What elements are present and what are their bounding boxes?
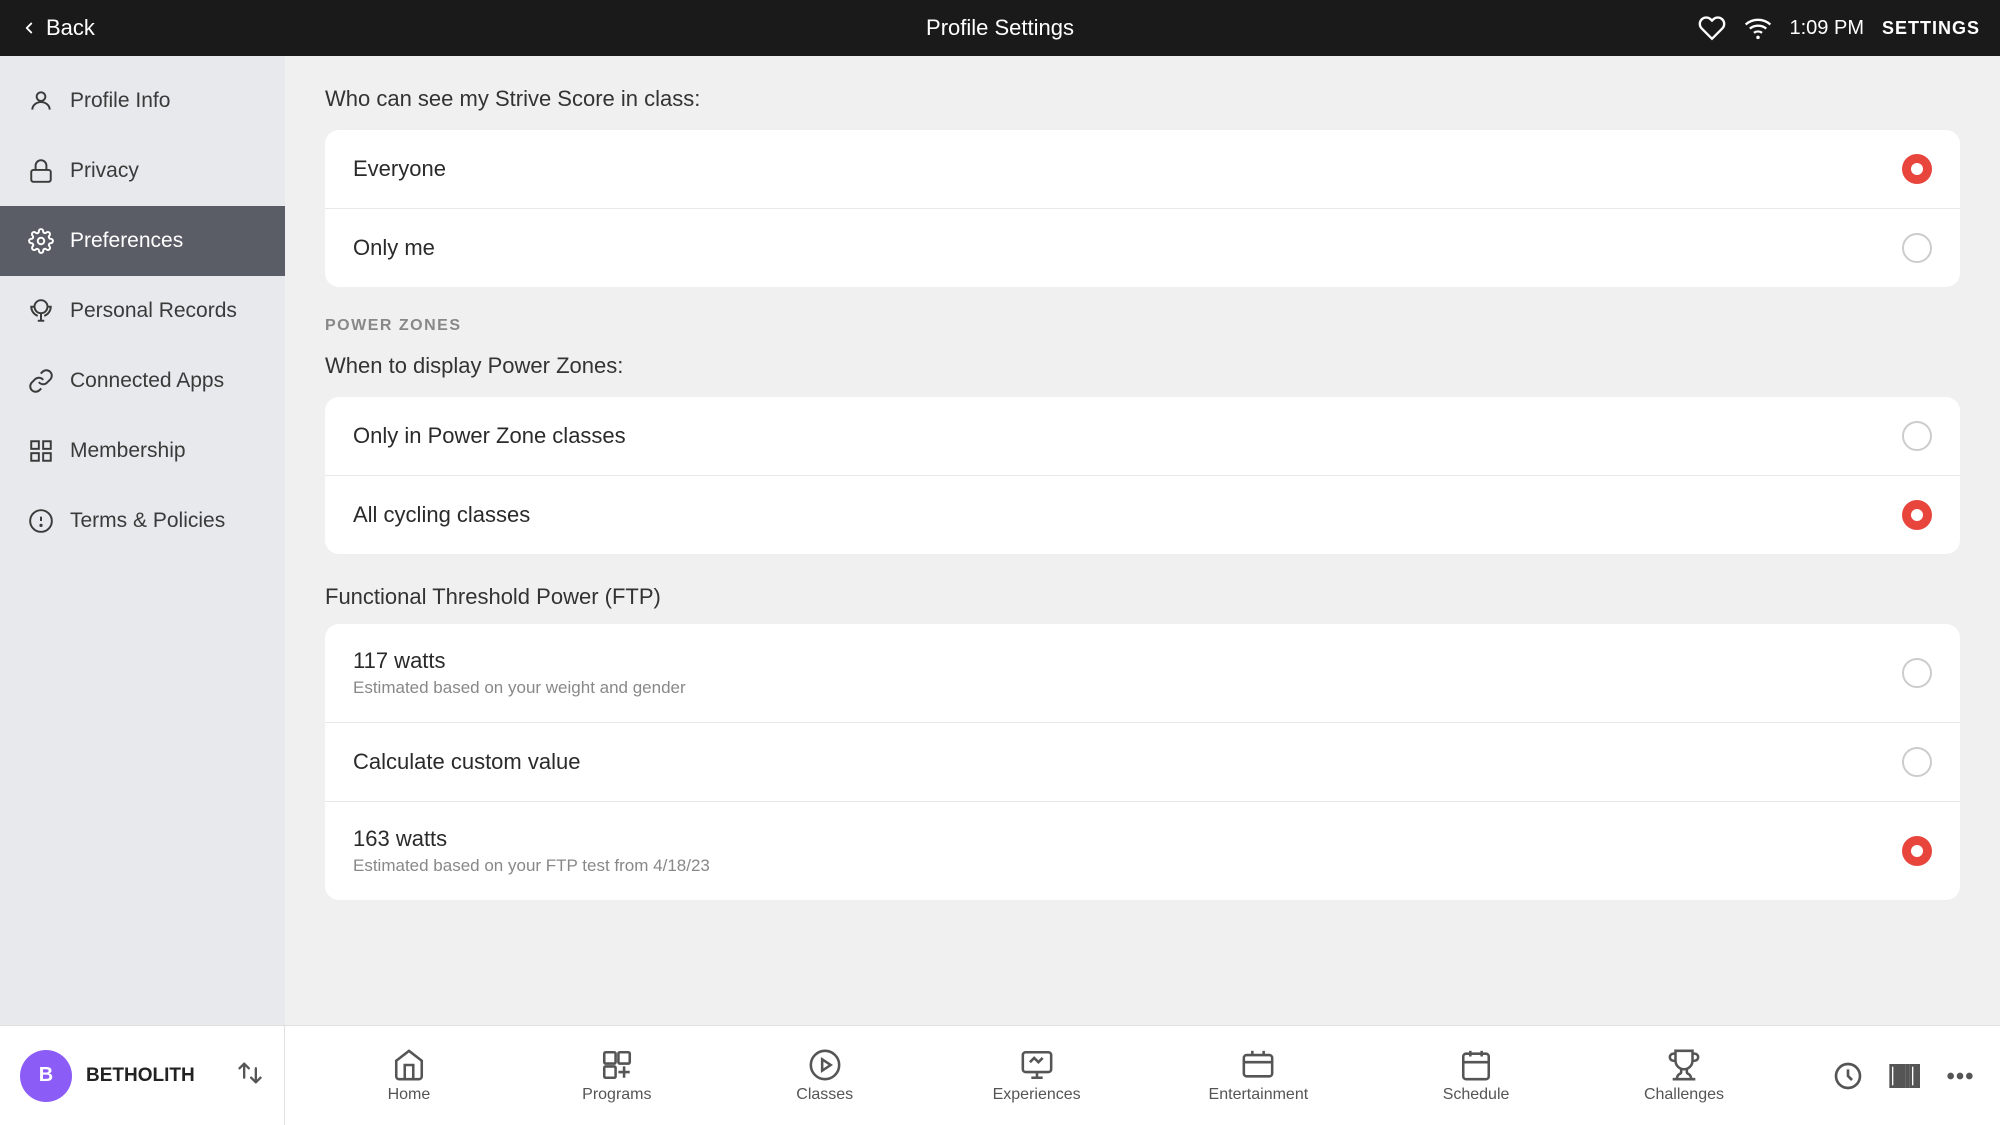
gear-icon	[28, 228, 54, 254]
ftp-163-sub: Estimated based on your FTP test from 4/…	[353, 856, 710, 876]
sidebar-item-label-profile-info: Profile Info	[70, 89, 170, 113]
classes-icon	[808, 1048, 842, 1082]
nav-label-experiences: Experiences	[993, 1086, 1081, 1104]
home-icon	[392, 1048, 426, 1082]
sidebar-item-personal-records[interactable]: Personal Records	[0, 276, 285, 346]
sidebar-item-label-terms-policies: Terms & Policies	[70, 509, 225, 533]
nav-label-entertainment: Entertainment	[1209, 1086, 1309, 1104]
sidebar-item-membership[interactable]: Membership	[0, 416, 285, 486]
display-all-cycling[interactable]: All cycling classes	[325, 476, 1960, 554]
ftp-custom-content: Calculate custom value	[353, 749, 580, 775]
ftp-custom-label: Calculate custom value	[353, 749, 580, 775]
ftp-radio-117[interactable]	[1902, 658, 1932, 688]
ftp-option-117[interactable]: 117 watts Estimated based on your weight…	[325, 624, 1960, 723]
display-radio-power-zone-only[interactable]	[1902, 421, 1932, 451]
strive-radio-everyone[interactable]	[1902, 154, 1932, 184]
main-layout: Profile Info Privacy Preferences	[0, 56, 2000, 1025]
challenges-icon	[1667, 1048, 1701, 1082]
strive-option-only-me-label: Only me	[353, 235, 435, 261]
nav-item-home[interactable]: Home	[369, 1048, 449, 1104]
avatar: B	[20, 1050, 72, 1102]
ftp-radio-group: 117 watts Estimated based on your weight…	[325, 624, 1960, 900]
ftp-title: Functional Threshold Power (FTP)	[325, 584, 1960, 610]
nav-item-challenges[interactable]: Challenges	[1644, 1048, 1724, 1104]
strive-option-only-me[interactable]: Only me	[325, 209, 1960, 287]
entertainment-icon	[1241, 1048, 1275, 1082]
sidebar-item-label-preferences: Preferences	[70, 229, 183, 253]
ftp-radio-custom[interactable]	[1902, 747, 1932, 777]
nav-label-challenges: Challenges	[1644, 1086, 1724, 1104]
ftp-option-custom[interactable]: Calculate custom value	[325, 723, 1960, 802]
ftp-117-label: 117 watts	[353, 648, 686, 674]
sidebar-item-label-membership: Membership	[70, 439, 186, 463]
timer-icon[interactable]	[1832, 1060, 1864, 1092]
bottom-nav-user: B BETHOLITH	[0, 1026, 285, 1125]
display-power-zone-only[interactable]: Only in Power Zone classes	[325, 397, 1960, 476]
back-button[interactable]: Back	[20, 15, 95, 41]
nav-item-classes[interactable]: Classes	[785, 1048, 865, 1104]
bottom-nav: B BETHOLITH Home Programs	[0, 1025, 2000, 1125]
topbar: Back Profile Settings 1:09 PM SETTINGS	[0, 0, 2000, 56]
power-zones-display-radio-group: Only in Power Zone classes All cycling c…	[325, 397, 1960, 554]
nav-item-entertainment[interactable]: Entertainment	[1209, 1048, 1309, 1104]
power-zones-when-title: When to display Power Zones:	[325, 353, 1960, 379]
swap-icon	[236, 1059, 264, 1087]
more-icon[interactable]	[1944, 1060, 1976, 1092]
person-icon	[28, 88, 54, 114]
ftp-163-label: 163 watts	[353, 826, 710, 852]
sidebar-item-connected-apps[interactable]: Connected Apps	[0, 346, 285, 416]
strive-option-everyone-label: Everyone	[353, 156, 446, 182]
ftp-option-163[interactable]: 163 watts Estimated based on your FTP te…	[325, 802, 1960, 900]
nav-item-experiences[interactable]: Experiences	[993, 1048, 1081, 1104]
sidebar-item-label-connected-apps: Connected Apps	[70, 369, 224, 393]
lock-icon	[28, 158, 54, 184]
nav-label-home: Home	[388, 1086, 431, 1104]
barcode-icon[interactable]	[1888, 1060, 1920, 1092]
nav-item-schedule[interactable]: Schedule	[1436, 1048, 1516, 1104]
power-zones-section-label: POWER ZONES	[325, 317, 1960, 335]
wifi-icon	[1744, 14, 1772, 42]
content-area: Who can see my Strive Score in class: Ev…	[285, 56, 2000, 1025]
back-label: Back	[46, 15, 95, 41]
schedule-icon	[1459, 1048, 1493, 1082]
programs-icon	[600, 1048, 634, 1082]
sidebar: Profile Info Privacy Preferences	[0, 56, 285, 1025]
nav-label-programs: Programs	[582, 1086, 651, 1104]
page-title: Profile Settings	[926, 15, 1074, 41]
info-icon	[28, 508, 54, 534]
swap-button[interactable]	[236, 1059, 264, 1092]
display-all-cycling-label: All cycling classes	[353, 502, 530, 528]
nav-item-programs[interactable]: Programs	[577, 1048, 657, 1104]
sidebar-item-privacy[interactable]: Privacy	[0, 136, 285, 206]
link-icon	[28, 368, 54, 394]
ftp-117-sub: Estimated based on your weight and gende…	[353, 678, 686, 698]
strive-radio-only-me[interactable]	[1902, 233, 1932, 263]
sidebar-item-label-personal-records: Personal Records	[70, 299, 237, 323]
sidebar-item-terms-policies[interactable]: Terms & Policies	[0, 486, 285, 556]
bottom-nav-center: Home Programs Classes	[285, 1026, 1808, 1125]
sidebar-item-label-privacy: Privacy	[70, 159, 139, 183]
trophy-icon	[28, 298, 54, 324]
heart-icon[interactable]	[1698, 14, 1726, 42]
ftp-117-content: 117 watts Estimated based on your weight…	[353, 648, 686, 698]
nav-label-classes: Classes	[796, 1086, 853, 1104]
sidebar-item-preferences[interactable]: Preferences	[0, 206, 285, 276]
strive-section-title: Who can see my Strive Score in class:	[325, 86, 1960, 112]
display-power-zone-only-label: Only in Power Zone classes	[353, 423, 626, 449]
ftp-radio-163[interactable]	[1902, 836, 1932, 866]
ftp-163-content: 163 watts Estimated based on your FTP te…	[353, 826, 710, 876]
clock: 1:09 PM	[1790, 17, 1864, 40]
bottom-nav-right	[1808, 1060, 2000, 1092]
sidebar-item-profile-info[interactable]: Profile Info	[0, 66, 285, 136]
strive-radio-group: Everyone Only me	[325, 130, 1960, 287]
username: BETHOLITH	[86, 1065, 195, 1087]
experiences-icon	[1020, 1048, 1054, 1082]
nav-label-schedule: Schedule	[1443, 1086, 1510, 1104]
settings-label[interactable]: SETTINGS	[1882, 18, 1980, 39]
topbar-right: 1:09 PM SETTINGS	[1698, 14, 1981, 42]
display-radio-all-cycling[interactable]	[1902, 500, 1932, 530]
grid-icon	[28, 438, 54, 464]
strive-option-everyone[interactable]: Everyone	[325, 130, 1960, 209]
